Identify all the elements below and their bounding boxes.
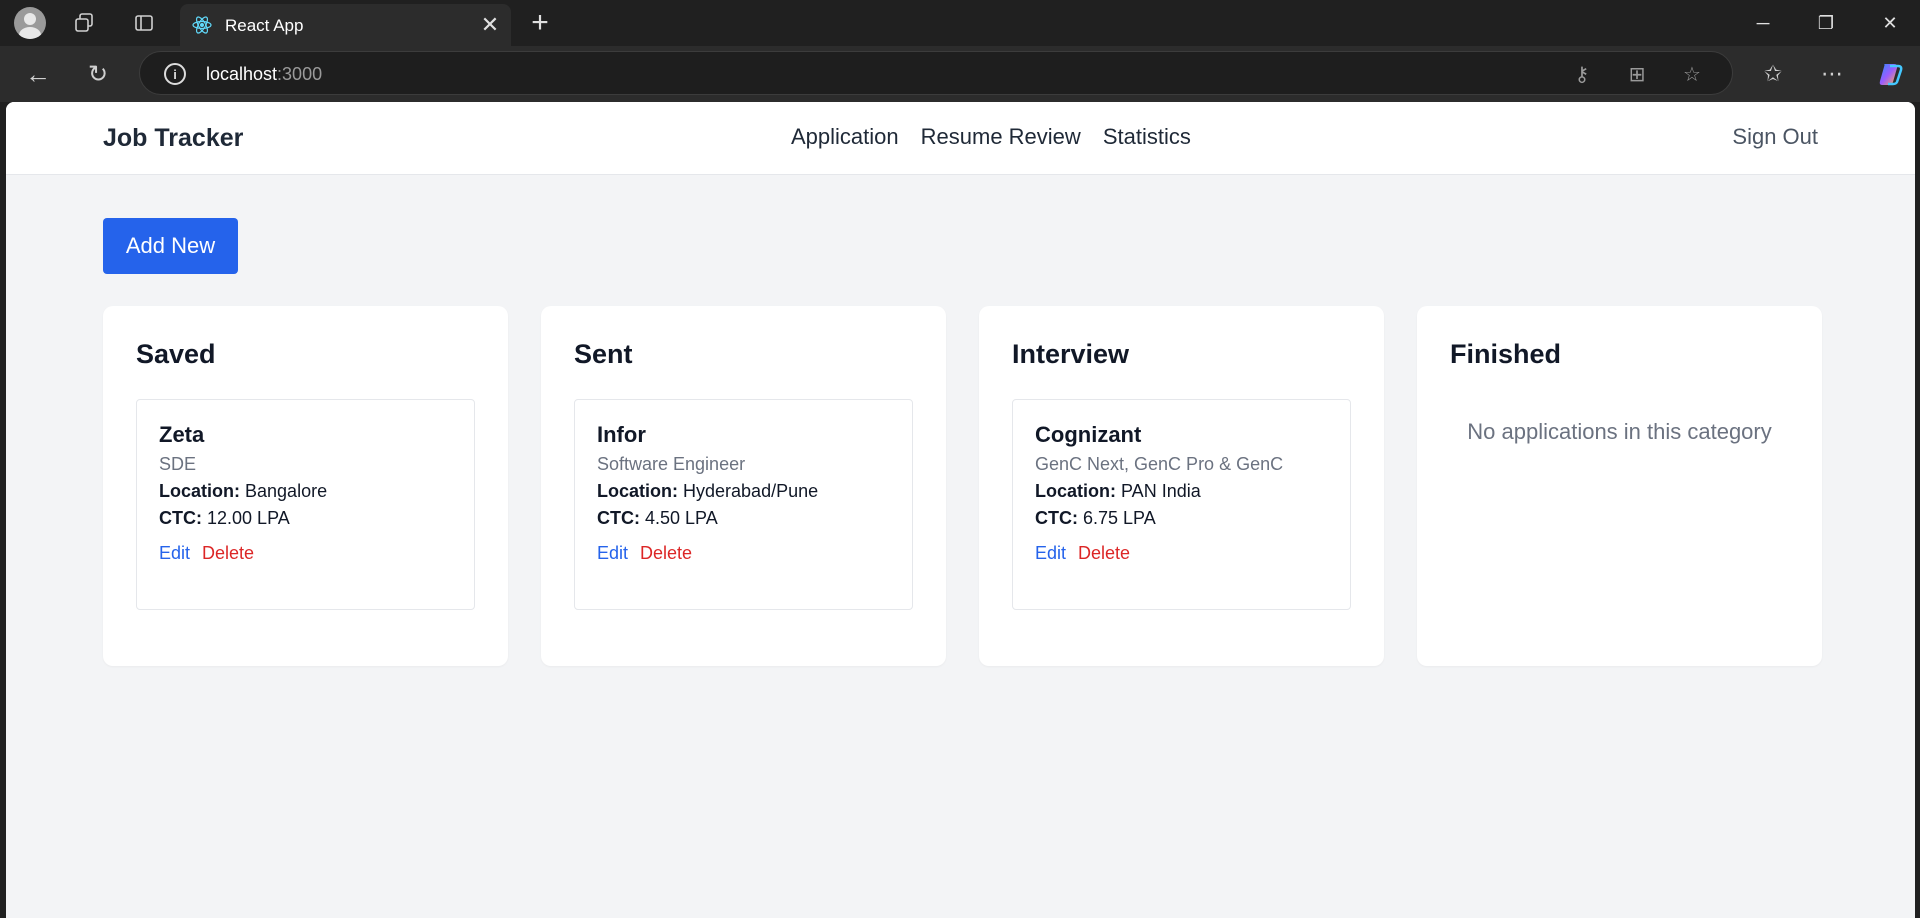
app-brand[interactable]: Job Tracker: [103, 124, 243, 153]
address-bar[interactable]: i localhost:3000 ⚷ ⊞ ☆: [139, 51, 1733, 95]
react-logo-icon: [191, 14, 213, 36]
page-viewport: Job Tracker Application Resume Review St…: [6, 102, 1915, 918]
column-sent: Sent Infor Software Engineer Location: H…: [541, 306, 946, 666]
column-title: Sent: [574, 339, 633, 369]
nav-links: Application Resume Review Statistics: [791, 124, 1191, 150]
card-actions: Edit Delete: [159, 543, 452, 564]
card-actions: Edit Delete: [1035, 543, 1328, 564]
application-card: Cognizant GenC Next, GenC Pro & GenC Loc…: [1012, 399, 1351, 610]
add-new-button[interactable]: Add New: [103, 218, 238, 274]
nav-resume-review[interactable]: Resume Review: [921, 124, 1081, 150]
column-interview: Interview Cognizant GenC Next, GenC Pro …: [979, 306, 1384, 666]
sign-out-button[interactable]: Sign Out: [1732, 124, 1818, 150]
job-role: SDE: [159, 454, 197, 474]
workspaces-icon[interactable]: [70, 10, 98, 36]
delete-button[interactable]: Delete: [202, 543, 254, 564]
edit-button[interactable]: Edit: [1035, 543, 1066, 564]
more-options-icon[interactable]: ⋯: [1818, 60, 1846, 88]
application-card: Zeta SDE Location: Bangalore CTC: 12.00 …: [136, 399, 475, 610]
ctc-line: CTC: 12.00 LPA: [159, 508, 290, 528]
tab-title: React App: [225, 16, 304, 35]
column-finished: Finished No applications in this categor…: [1417, 306, 1822, 666]
favorites-icon[interactable]: ✩: [1759, 60, 1787, 88]
restore-icon[interactable]: ❐: [1806, 6, 1846, 40]
empty-state-text: No applications in this category: [1467, 419, 1772, 444]
edit-button[interactable]: Edit: [597, 543, 628, 564]
location-line: Location: Hyderabad/Pune: [597, 481, 819, 501]
favorite-star-icon[interactable]: ☆: [1680, 62, 1704, 86]
job-role: GenC Next, GenC Pro & GenC: [1035, 454, 1284, 474]
edit-button[interactable]: Edit: [159, 543, 190, 564]
new-tab-icon[interactable]: +: [525, 6, 555, 39]
close-window-icon[interactable]: ✕: [1870, 6, 1910, 40]
delete-button[interactable]: Delete: [1078, 543, 1130, 564]
company-name: Infor: [597, 422, 646, 447]
nav-statistics[interactable]: Statistics: [1103, 124, 1191, 150]
kanban-board: Saved Zeta SDE Location: Bangalore CTC: …: [103, 306, 1822, 666]
profile-avatar-icon[interactable]: [14, 7, 46, 39]
column-title: Interview: [1012, 339, 1130, 369]
app-available-icon[interactable]: ⊞: [1625, 62, 1649, 86]
back-icon[interactable]: ←: [24, 59, 52, 89]
card-actions: Edit Delete: [597, 543, 890, 564]
vertical-tabs-icon[interactable]: [130, 10, 158, 36]
address-url: localhost:3000: [206, 64, 323, 84]
delete-button[interactable]: Delete: [640, 543, 692, 564]
minimize-icon[interactable]: ─: [1743, 6, 1783, 40]
location-line: Location: PAN India: [1035, 481, 1201, 501]
close-tab-icon[interactable]: ✕: [477, 12, 503, 38]
job-role: Software Engineer: [597, 454, 746, 474]
company-name: Cognizant: [1035, 422, 1142, 447]
refresh-icon[interactable]: ↻: [84, 60, 112, 88]
site-info-icon[interactable]: i: [164, 63, 186, 85]
ctc-line: CTC: 6.75 LPA: [1035, 508, 1156, 528]
ctc-line: CTC: 4.50 LPA: [597, 508, 718, 528]
browser-tab-bar: React App ✕ + ─ ❐ ✕: [0, 0, 1920, 46]
password-key-icon[interactable]: ⚷: [1570, 62, 1594, 86]
copilot-icon[interactable]: [1875, 59, 1905, 89]
column-saved: Saved Zeta SDE Location: Bangalore CTC: …: [103, 306, 508, 666]
app-navbar: Job Tracker Application Resume Review St…: [6, 102, 1915, 175]
application-card: Infor Software Engineer Location: Hydera…: [574, 399, 913, 610]
column-title: Finished: [1450, 339, 1562, 369]
browser-toolbar: ← ↻ i localhost:3000 ⚷ ⊞ ☆ ✩ ⋯: [0, 46, 1920, 102]
nav-application[interactable]: Application: [791, 124, 899, 150]
company-name: Zeta: [159, 422, 205, 447]
browser-tab-active[interactable]: React App ✕: [180, 4, 511, 46]
column-title: Saved: [136, 339, 216, 369]
location-line: Location: Bangalore: [159, 481, 328, 501]
